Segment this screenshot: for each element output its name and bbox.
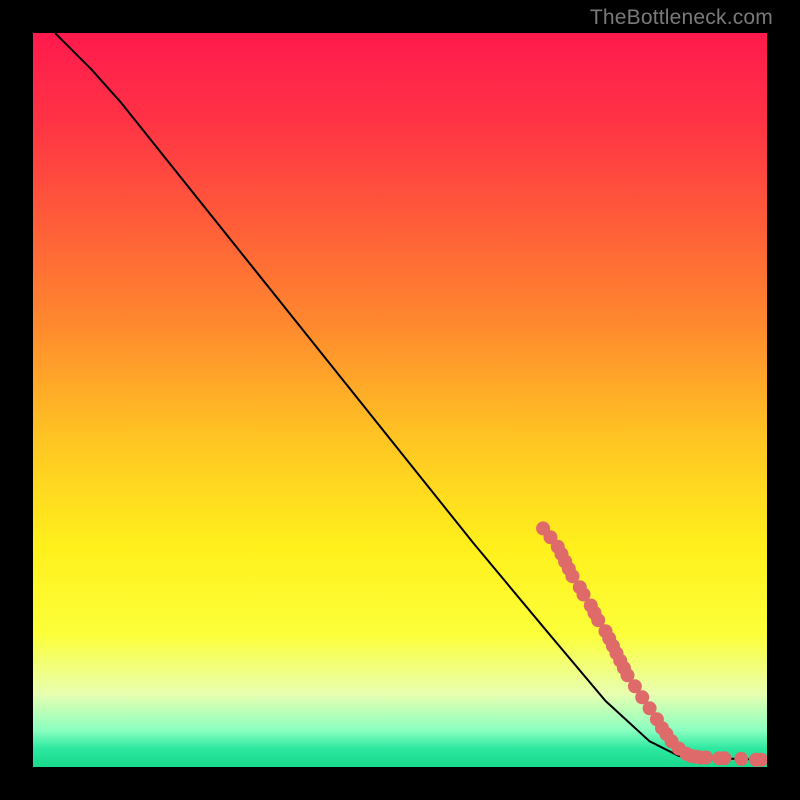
attribution-label: TheBottleneck.com <box>590 6 773 30</box>
gradient-background <box>33 33 767 767</box>
data-marker <box>734 752 748 766</box>
plot-area <box>33 33 767 767</box>
chart-frame: TheBottleneck.com <box>0 0 800 800</box>
data-marker <box>717 751 731 765</box>
chart-svg <box>33 33 767 767</box>
data-marker <box>699 751 713 765</box>
